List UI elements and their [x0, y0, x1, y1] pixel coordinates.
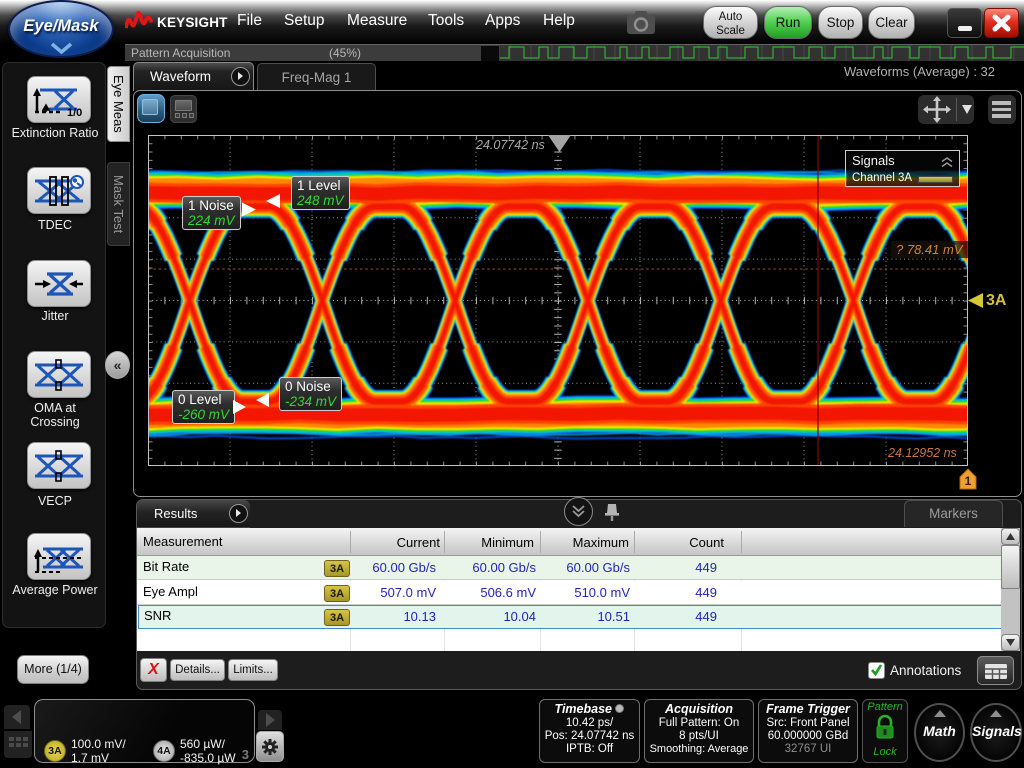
svg-text:1: 1 [965, 474, 972, 488]
svg-text:1/0: 1/0 [67, 107, 82, 116]
